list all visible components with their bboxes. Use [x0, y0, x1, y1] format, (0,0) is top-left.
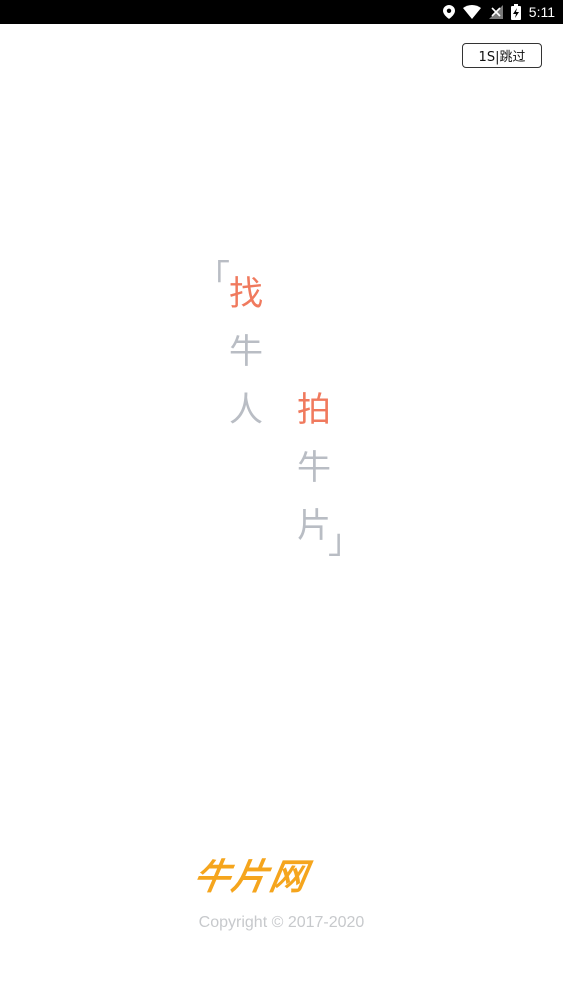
status-time: 5:11: [528, 4, 555, 20]
logo-text: 牛片网: [190, 857, 312, 898]
status-icons: 5:11: [442, 0, 555, 24]
slogan-char-zhao: 找: [229, 274, 263, 314]
copyright-text: Copyright © 2017-2020: [198, 914, 365, 931]
slogan-close-bracket: 」: [328, 522, 362, 562]
slogan-open-bracket: 「: [196, 258, 230, 298]
signal-icon: [488, 5, 503, 19]
status-bar: 5:11: [0, 0, 563, 24]
slogan-char-pian: 片: [297, 506, 331, 546]
location-icon: [442, 5, 455, 19]
slogan-char-pai: 拍: [297, 390, 331, 430]
slogan-char-ren: 人: [229, 390, 263, 430]
battery-charging-icon: [510, 4, 521, 20]
slogan-char-niu-1: 牛: [229, 332, 263, 372]
skip-button[interactable]: 1S|跳过: [462, 43, 542, 68]
app-logo: 牛片网: [190, 856, 368, 900]
slogan-char-niu-2: 牛: [297, 448, 331, 488]
wifi-icon: [462, 5, 481, 19]
